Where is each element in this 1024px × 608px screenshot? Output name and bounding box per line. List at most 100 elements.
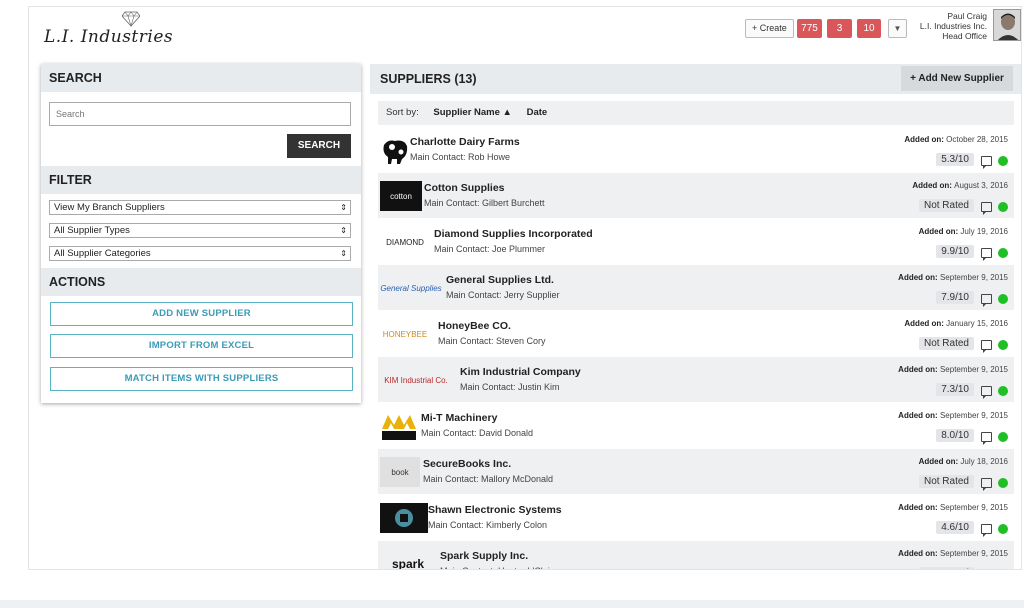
suppliers-header: SUPPLIERS (13) + Add New Supplier [370,64,1021,94]
message-badge[interactable]: 3 [827,19,852,38]
category-filter-value: All Supplier Categories [54,248,151,259]
supplier-rating: Not Rated [918,475,974,488]
supplier-row[interactable]: cotton Cotton Supplies Main Contact: Gilbe… [378,173,1014,219]
supplier-row[interactable]: General Supplies General Supplies Ltd. Mai… [378,265,1014,311]
supplier-logo: spark [391,557,425,570]
chat-icon[interactable] [981,524,992,537]
status-indicator [998,202,1008,212]
supplier-name[interactable]: Spark Supply Inc. [440,550,528,562]
chat-icon[interactable] [981,478,992,491]
supplier-contact: Main Contact: Steven Cory [438,336,546,346]
chat-icon[interactable] [981,432,992,445]
avatar[interactable] [993,9,1021,41]
supplier-contact: Main Contact: Hunter L'Clair [440,566,553,569]
supplier-row[interactable]: Shawn Electronic Systems Main Contact: Ki… [378,495,1014,541]
supplier-name[interactable]: Charlotte Dairy Farms [410,136,520,148]
supplier-logo [380,135,410,165]
supplier-added-date: Added on: September 9, 2015 [898,273,1008,282]
search-heading: SEARCH [41,64,361,92]
company-logo[interactable]: L.I. Industries [44,27,173,47]
status-indicator [998,340,1008,350]
suppliers-title: SUPPLIERS (13) [380,72,477,86]
supplier-name[interactable]: HoneyBee CO. [438,320,511,332]
supplier-added-date: Added on: October 28, 2015 [904,135,1008,144]
select-arrows-icon: ⇕ [340,249,347,258]
supplier-logo: cotton [380,181,422,211]
chat-icon[interactable] [981,340,992,353]
supplier-name[interactable]: Diamond Supplies Incorporated [434,228,593,240]
supplier-row[interactable]: KIM Industrial Co. Kim Industrial Company… [378,357,1014,403]
sort-label: Sort by: [386,107,419,118]
chat-icon[interactable] [981,156,992,169]
status-indicator [998,432,1008,442]
supplier-contact: Main Contact: Justin Kim [460,382,560,392]
type-filter-select[interactable]: All Supplier Types ⇕ [49,223,351,238]
supplier-contact: Main Contact: Gilbert Burchett [424,198,545,208]
supplier-name[interactable]: Kim Industrial Company [460,366,581,378]
supplier-name[interactable]: Mi-T Machinery [421,412,497,424]
alert-badge[interactable]: 10 [857,19,881,38]
create-button[interactable]: + Create [745,19,794,38]
supplier-rating: Not Rated [918,199,974,212]
match-items-button[interactable]: MATCH ITEMS WITH SUPPLIERS [50,367,353,391]
suppliers-panel: SUPPLIERS (13) + Add New Supplier Sort b… [370,64,1021,570]
sort-bar: Sort by: Supplier Name ▲ Date [378,101,1014,125]
supplier-row[interactable]: DIAMOND Diamond Supplies Incorporated Main… [378,219,1014,265]
app-header: L.I. Industries + Create 775 3 10 ▼ Paul… [29,7,1021,63]
supplier-rating: 4.6/10 [936,521,974,534]
supplier-added-date: Added on: August 3, 2016 [912,181,1008,190]
supplier-rating: Not Rated [918,567,974,569]
supplier-contact: Main Contact: Jerry Supplier [446,290,560,300]
status-indicator [998,524,1008,534]
status-indicator [998,248,1008,258]
type-filter-value: All Supplier Types [54,225,130,236]
supplier-logo: DIAMOND [386,237,424,247]
category-filter-select[interactable]: All Supplier Categories ⇕ [49,246,351,261]
import-from-excel-button[interactable]: IMPORT FROM EXCEL [50,334,353,358]
avatar-person-icon [994,10,1020,40]
supplier-added-date: Added on: September 9, 2015 [898,503,1008,512]
branch-filter-value: View My Branch Suppliers [54,202,165,213]
sort-by-date[interactable]: Date [527,107,548,118]
supplier-added-date: Added on: January 15, 2016 [904,319,1008,328]
supplier-row[interactable]: Charlotte Dairy Farms Main Contact: Rob H… [378,127,1014,173]
supplier-name[interactable]: Shawn Electronic Systems [428,504,562,516]
add-new-supplier-button[interactable]: ADD NEW SUPPLIER [50,302,353,326]
status-indicator [998,386,1008,396]
status-indicator [998,156,1008,166]
sort-by-name[interactable]: Supplier Name ▲ [433,107,512,118]
user-name: Paul Craig [947,11,987,21]
supplier-row[interactable]: book SecureBooks Inc. Main Contact: Mallor… [378,449,1014,495]
supplier-row[interactable]: spark Spark Supply Inc. Main Contact: Hunt… [378,541,1014,570]
chat-icon[interactable] [981,294,992,307]
supplier-rating: 5.3/10 [936,153,974,166]
supplier-name[interactable]: SecureBooks Inc. [423,458,511,470]
notification-badge[interactable]: 775 [797,19,822,38]
supplier-name[interactable]: Cotton Supplies [424,182,505,194]
chat-icon[interactable] [981,202,992,215]
chat-icon[interactable] [981,248,992,261]
supplier-rating: 7.3/10 [936,383,974,396]
supplier-logo: KIM Industrial Co. [384,375,448,385]
filter-heading: FILTER [41,166,361,194]
supplier-name[interactable]: General Supplies Ltd. [446,274,554,286]
select-arrows-icon: ⇕ [340,203,347,212]
status-indicator [998,294,1008,304]
supplier-row[interactable]: Mi-T Machinery Main Contact: David Donald… [378,403,1014,449]
sidebar-panel: SEARCH SEARCH FILTER View My Branch Supp… [41,64,361,403]
search-input[interactable] [49,102,351,126]
add-new-supplier-header-button[interactable]: + Add New Supplier [901,66,1013,91]
supplier-row[interactable]: HONEYBEE HoneyBee CO. Main Contact: Steven… [378,311,1014,357]
bottom-bar [0,600,1024,608]
branch-filter-select[interactable]: View My Branch Suppliers ⇕ [49,200,351,215]
supplier-logo [380,411,418,441]
supplier-added-date: Added on: September 9, 2015 [898,411,1008,420]
supplier-rating: Not Rated [918,337,974,350]
user-info[interactable]: Paul Craig L.I. Industries Inc. Head Off… [920,11,987,41]
supplier-contact: Main Contact: Mallory McDonald [423,474,554,484]
chat-icon[interactable] [981,386,992,399]
user-company: L.I. Industries Inc. [919,21,987,31]
search-button[interactable]: SEARCH [287,134,351,158]
chevron-down-icon[interactable]: ▼ [888,19,907,38]
supplier-rating: 9.9/10 [936,245,974,258]
